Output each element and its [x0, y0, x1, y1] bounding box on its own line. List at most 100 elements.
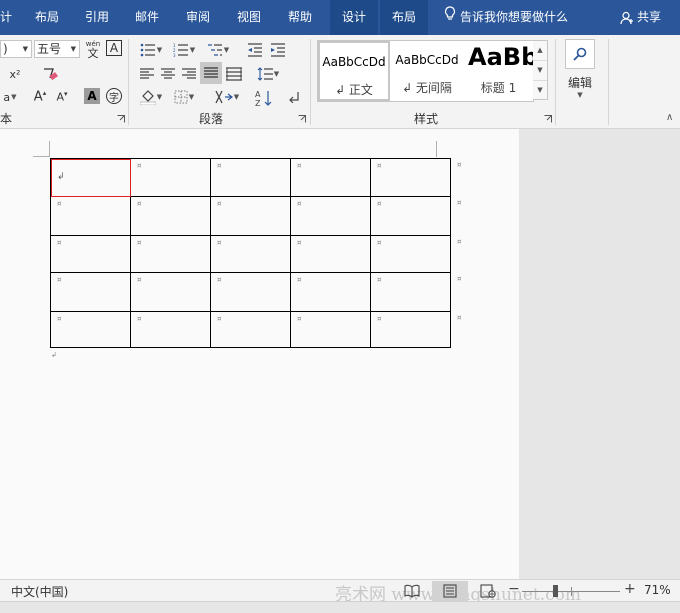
- tell-me-search[interactable]: 告诉我你想要做什么: [444, 0, 568, 35]
- table-cell[interactable]: ¤: [370, 272, 451, 312]
- tab-layout[interactable]: 布局: [24, 0, 70, 35]
- numbering-button[interactable]: 1 2 3 ▼: [170, 40, 198, 60]
- styles-dialog-launcher-icon[interactable]: [544, 115, 552, 123]
- justify-icon: [204, 67, 218, 78]
- tab-view[interactable]: 视图: [226, 0, 272, 35]
- table-cell[interactable]: ↲: [50, 158, 131, 197]
- table-cell[interactable]: ¤: [370, 196, 451, 236]
- grow-font-button[interactable]: A▴: [32, 87, 48, 107]
- cell-end-mark: ¤: [377, 239, 382, 247]
- zoom-in-button[interactable]: +: [624, 581, 636, 597]
- cell-end-mark: ¤: [137, 315, 142, 323]
- table-cell[interactable]: ¤: [370, 235, 451, 273]
- line-spacing-button[interactable]: ▼: [254, 64, 282, 84]
- table-cell[interactable]: ¤: [130, 235, 211, 273]
- zoom-level[interactable]: 71%: [644, 583, 671, 597]
- font-name-combo[interactable]: ) ▼: [0, 40, 32, 58]
- tab-table-design[interactable]: 设计: [330, 0, 378, 35]
- styles-scroll-down-icon[interactable]: ▼: [533, 61, 547, 81]
- table-cell[interactable]: ¤: [290, 196, 371, 236]
- table-cell[interactable]: ¤: [130, 158, 211, 197]
- table-row: ¤ ¤ ¤ ¤ ¤: [50, 235, 451, 273]
- text-highlight-button[interactable]: a ▼: [0, 87, 20, 107]
- table-cell[interactable]: ¤: [290, 311, 371, 348]
- decrease-indent-button[interactable]: [245, 40, 265, 60]
- align-left-button[interactable]: [137, 64, 157, 84]
- character-border-button[interactable]: A: [106, 40, 122, 56]
- table-cell[interactable]: ¤: [210, 196, 291, 236]
- paragraph-dialog-launcher-icon[interactable]: [298, 115, 306, 123]
- justify-button[interactable]: [200, 62, 222, 84]
- svg-text:A: A: [255, 90, 261, 99]
- show-marks-button[interactable]: [286, 87, 302, 107]
- style-heading-1[interactable]: AaBb 标题 1: [464, 41, 533, 101]
- read-mode-button[interactable]: [394, 581, 430, 601]
- paragraph-group-label: 段落: [199, 112, 224, 126]
- grow-font-icon: A▴: [33, 89, 47, 105]
- table-cell[interactable]: ¤: [210, 272, 291, 312]
- tab-design-partial[interactable]: 计: [0, 0, 12, 35]
- table-cell[interactable]: ¤: [370, 158, 451, 197]
- language-indicator[interactable]: 中文(中国): [11, 583, 68, 600]
- row-end-mark: ¤: [457, 275, 462, 283]
- document-page[interactable]: ↲ ¤ ¤ ¤ ¤ ¤ ¤ ¤ ¤ ¤ ¤ ¤ ¤ ¤ ¤ ¤ ¤ ¤ ¤ ¤ ¤ ¤ ¤ ¤ ¤ ¤ ¤ ¤ ¤ ¤ ↲: [0, 129, 519, 579]
- font-size-combo[interactable]: 五号 ▼: [34, 40, 80, 58]
- align-right-button[interactable]: [179, 64, 199, 84]
- shrink-font-button[interactable]: A▾: [54, 87, 70, 107]
- table-cell[interactable]: ¤: [50, 311, 131, 348]
- tab-table-layout[interactable]: 布局: [380, 0, 428, 35]
- bullets-button[interactable]: ▼: [137, 40, 165, 60]
- word-table[interactable]: ↲ ¤ ¤ ¤ ¤ ¤ ¤ ¤ ¤ ¤ ¤ ¤ ¤ ¤ ¤ ¤ ¤ ¤ ¤ ¤ ¤ ¤ ¤ ¤ ¤: [50, 158, 451, 348]
- borders-button[interactable]: ▼: [170, 87, 198, 107]
- distributed-icon: [226, 67, 242, 81]
- sort-button[interactable]: AZ: [254, 87, 274, 109]
- table-cell[interactable]: ¤: [130, 272, 211, 312]
- table-cell[interactable]: ¤: [290, 235, 371, 273]
- style-no-spacing[interactable]: AaBbCcDd ↲ 无间隔: [391, 41, 463, 101]
- print-layout-button[interactable]: [432, 581, 468, 601]
- styles-scroll-up-icon[interactable]: ▲: [533, 41, 547, 61]
- align-center-button[interactable]: [158, 64, 178, 84]
- table-cell[interactable]: ¤: [210, 158, 291, 197]
- table-cell[interactable]: ¤: [210, 311, 291, 348]
- zoom-slider-thumb[interactable]: [553, 585, 558, 597]
- tab-references[interactable]: 引用: [74, 0, 120, 35]
- superscript-button[interactable]: x²: [0, 64, 30, 84]
- table-cell[interactable]: ¤: [50, 196, 131, 236]
- table-cell[interactable]: ¤: [290, 158, 371, 197]
- style-sample: AaBbCcDd: [322, 55, 386, 69]
- paragraph-shading-button[interactable]: ▼: [137, 87, 165, 107]
- character-shading-button[interactable]: A: [84, 88, 100, 104]
- share-button[interactable]: 共享: [620, 0, 661, 35]
- clear-formatting-button[interactable]: [40, 64, 60, 84]
- table-cell[interactable]: ¤: [130, 311, 211, 348]
- tab-review[interactable]: 审阅: [175, 0, 221, 35]
- chinese-layout-button[interactable]: ▼: [212, 87, 242, 107]
- zoom-out-button[interactable]: −: [508, 581, 520, 597]
- table-cell[interactable]: ¤: [130, 196, 211, 236]
- cell-end-mark: ¤: [297, 315, 302, 323]
- table-cell[interactable]: ¤: [50, 272, 131, 312]
- styles-more-icon[interactable]: ▼: [533, 81, 547, 100]
- phonetic-guide-button[interactable]: wén 文: [84, 40, 102, 60]
- group-separator: [608, 39, 609, 125]
- increase-indent-button[interactable]: [268, 40, 288, 60]
- table-cell[interactable]: ¤: [290, 272, 371, 312]
- cell-end-mark: ¤: [217, 200, 222, 208]
- tab-help[interactable]: 帮助: [277, 0, 323, 35]
- cell-end-mark: ¤: [217, 162, 222, 170]
- web-layout-button[interactable]: [470, 581, 506, 601]
- enclose-characters-button[interactable]: 字: [106, 88, 122, 104]
- distributed-button[interactable]: [224, 64, 244, 84]
- table-cell[interactable]: ¤: [50, 235, 131, 273]
- tab-mailings[interactable]: 邮件: [124, 0, 170, 35]
- collapse-ribbon-icon[interactable]: ∧: [666, 112, 673, 123]
- style-normal[interactable]: AaBbCcDd ↲ 正文: [318, 41, 390, 101]
- font-dialog-launcher-icon[interactable]: [117, 115, 125, 123]
- multilevel-list-button[interactable]: ▼: [204, 40, 232, 60]
- table-cell[interactable]: ¤: [210, 235, 291, 273]
- person-icon: [620, 11, 633, 24]
- editing-button[interactable]: 编辑 ▼: [562, 39, 598, 105]
- decrease-indent-icon: [248, 43, 262, 57]
- table-cell[interactable]: ¤: [370, 311, 451, 348]
